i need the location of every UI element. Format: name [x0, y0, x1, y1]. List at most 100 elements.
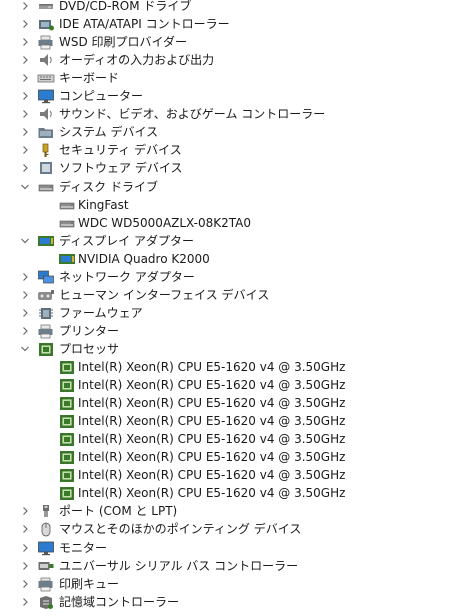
processor-icon [37, 341, 55, 357]
tree-device-node[interactable]: Intel(R) Xeon(R) CPU E5-1620 v4 @ 3.50GH… [0, 358, 476, 376]
print-queue-icon [37, 576, 55, 592]
ide-controller-icon [37, 16, 55, 32]
tree-device-node[interactable]: Intel(R) Xeon(R) CPU E5-1620 v4 @ 3.50GH… [0, 448, 476, 466]
device-tree: DVD/CD-ROM ドライブ IDE ATA/ATAPI コントローラー WSD … [0, 0, 476, 616]
tree-category-node[interactable]: プリンター [0, 322, 476, 340]
tree-device-node[interactable]: Intel(R) Xeon(R) CPU E5-1620 v4 @ 3.50GH… [0, 484, 476, 502]
chevron-right-icon[interactable] [19, 322, 31, 340]
speaker-icon [37, 106, 55, 122]
tree-node-label: ディスプレイ アダプター [59, 233, 194, 248]
tree-category-node[interactable]: WSD 印刷プロバイダー [0, 33, 476, 51]
tree-node-label: プリンター [59, 323, 120, 338]
chevron-right-icon[interactable] [19, 87, 31, 105]
tree-device-node[interactable]: NVIDIA Quadro K2000 [0, 250, 476, 268]
tree-node-label: KingFast [78, 197, 129, 212]
tree-node-label: ポート (COM と LPT) [59, 504, 178, 519]
tree-device-node[interactable]: Intel(R) Xeon(R) CPU E5-1620 v4 @ 3.50GH… [0, 376, 476, 394]
tree-category-node[interactable]: ユニバーサル シリアル バス コントローラー [0, 557, 476, 575]
processor-icon [58, 395, 76, 411]
printer-icon [37, 34, 55, 50]
tree-node-label: 記憶域コントローラー [59, 594, 180, 609]
chevron-right-icon[interactable] [19, 105, 31, 123]
tree-category-node[interactable]: ソフトウェア デバイス [0, 159, 476, 177]
chevron-right-icon[interactable] [19, 539, 31, 557]
firmware-icon [37, 305, 55, 321]
tree-category-node[interactable]: 印刷キュー [0, 575, 476, 593]
dvd-drive-icon [37, 0, 55, 14]
tree-category-node[interactable]: キーボード [0, 69, 476, 87]
tree-category-node[interactable]: サウンド、ビデオ、およびゲーム コントローラー [0, 105, 476, 123]
chevron-down-icon[interactable] [19, 340, 31, 358]
chevron-right-icon[interactable] [19, 557, 31, 575]
tree-category-node[interactable]: ネットワーク アダプター [0, 268, 476, 286]
tree-category-node[interactable]: ディスプレイ アダプター [0, 232, 476, 250]
tree-category-node[interactable]: マウスとそのほかのポインティング デバイス [0, 520, 476, 538]
tree-node-label: プロセッサ [59, 341, 120, 356]
chevron-right-icon[interactable] [19, 502, 31, 520]
processor-icon [58, 449, 76, 465]
tree-category-node[interactable]: DVD/CD-ROM ドライブ [0, 0, 476, 15]
chevron-right-icon[interactable] [19, 593, 31, 611]
tree-category-node[interactable]: ポート (COM と LPT) [0, 502, 476, 520]
chevron-down-icon[interactable] [19, 178, 31, 196]
chevron-right-icon[interactable] [19, 51, 31, 69]
disk-drive-icon [37, 179, 55, 195]
chevron-right-icon[interactable] [19, 69, 31, 87]
disk-drive-icon [58, 197, 76, 213]
tree-node-label: DVD/CD-ROM ドライブ [59, 0, 192, 13]
tree-device-node[interactable]: WDC WD5000AZLX-08K2TA0 [0, 214, 476, 232]
tree-category-node[interactable]: オーディオの入力および出力 [0, 51, 476, 69]
processor-icon [58, 377, 76, 393]
tree-category-node[interactable]: ヒューマン インターフェイス デバイス [0, 286, 476, 304]
tree-device-node[interactable]: Intel(R) Xeon(R) CPU E5-1620 v4 @ 3.50GH… [0, 430, 476, 448]
storage-controller-icon [37, 594, 55, 610]
hid-icon [37, 287, 55, 303]
chevron-right-icon[interactable] [19, 159, 31, 177]
tree-category-node[interactable]: セキュリティ デバイス [0, 141, 476, 159]
tree-category-node[interactable]: ファームウェア [0, 304, 476, 322]
chevron-right-icon[interactable] [19, 33, 31, 51]
mouse-icon [37, 521, 55, 537]
tree-node-label: WSD 印刷プロバイダー [59, 35, 188, 50]
tree-category-node[interactable]: IDE ATA/ATAPI コントローラー [0, 15, 476, 33]
tree-node-label: IDE ATA/ATAPI コントローラー [59, 17, 230, 32]
chevron-right-icon[interactable] [19, 123, 31, 141]
security-key-icon [37, 142, 55, 158]
tree-node-label: オーディオの入力および出力 [59, 53, 215, 68]
tree-node-label: NVIDIA Quadro K2000 [78, 251, 210, 266]
tree-category-node[interactable]: モニター [0, 539, 476, 557]
chevron-right-icon[interactable] [19, 268, 31, 286]
tree-category-node[interactable]: プロセッサ [0, 340, 476, 358]
tree-node-label: サウンド、ビデオ、およびゲーム コントローラー [59, 107, 326, 122]
tree-category-node[interactable]: システム デバイス [0, 123, 476, 141]
tree-node-label: Intel(R) Xeon(R) CPU E5-1620 v4 @ 3.50GH… [78, 396, 346, 411]
tree-category-node[interactable]: 記憶域コントローラー [0, 593, 476, 611]
processor-icon [58, 485, 76, 501]
printer-icon [37, 323, 55, 339]
chevron-down-icon[interactable] [19, 232, 31, 250]
chevron-right-icon[interactable] [19, 15, 31, 33]
chevron-right-icon[interactable] [19, 575, 31, 593]
tree-node-label: WDC WD5000AZLX-08K2TA0 [78, 215, 252, 230]
tree-category-node[interactable]: コンピューター [0, 87, 476, 105]
usb-controller-icon [37, 558, 55, 574]
processor-icon [58, 359, 76, 375]
display-adapter-icon [58, 251, 76, 267]
tree-node-label: セキュリティ デバイス [59, 143, 182, 158]
chevron-right-icon[interactable] [19, 141, 31, 159]
chevron-right-icon[interactable] [19, 286, 31, 304]
tree-device-node[interactable]: Intel(R) Xeon(R) CPU E5-1620 v4 @ 3.50GH… [0, 466, 476, 484]
speaker-icon [37, 52, 55, 68]
tree-node-label: Intel(R) Xeon(R) CPU E5-1620 v4 @ 3.50GH… [78, 378, 346, 393]
chevron-right-icon[interactable] [19, 0, 31, 15]
tree-node-label: コンピューター [59, 89, 144, 104]
tree-device-node[interactable]: Intel(R) Xeon(R) CPU E5-1620 v4 @ 3.50GH… [0, 412, 476, 430]
tree-device-node[interactable]: KingFast [0, 196, 476, 214]
disk-drive-icon [58, 215, 76, 231]
tree-category-node[interactable]: ディスク ドライブ [0, 178, 476, 196]
tree-device-node[interactable]: Intel(R) Xeon(R) CPU E5-1620 v4 @ 3.50GH… [0, 394, 476, 412]
tree-node-label: ヒューマン インターフェイス デバイス [59, 287, 270, 302]
chevron-right-icon[interactable] [19, 520, 31, 538]
tree-node-label: ネットワーク アダプター [59, 269, 195, 284]
chevron-right-icon[interactable] [19, 304, 31, 322]
